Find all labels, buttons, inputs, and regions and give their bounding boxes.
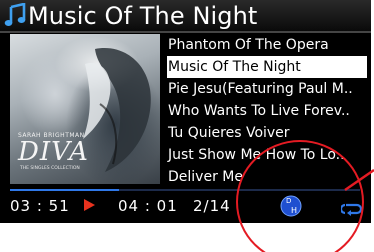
total-time: 04 : 01 xyxy=(118,197,178,215)
now-playing-title: Music Of The Night xyxy=(28,2,258,30)
track-item[interactable]: Tu Quieres Voiver xyxy=(167,122,367,144)
repeat-icon[interactable] xyxy=(341,201,363,217)
progress-bar[interactable] xyxy=(10,189,360,191)
header-divider xyxy=(0,31,371,33)
album-art: SARAH BRIGHTMAN DIVA THE SINGLES COLLECT… xyxy=(10,34,160,184)
track-item[interactable]: Phantom Of The Opera xyxy=(167,34,367,56)
music-note-icon xyxy=(4,3,26,26)
album-subtitle-text: THE SINGLES COLLECTION xyxy=(20,166,80,171)
track-item[interactable]: Pie Jesu(Featuring Paul M.. xyxy=(167,78,367,100)
screenshot: Music Of The Night SARAH BRIGHTMAN DIVA … xyxy=(0,0,374,252)
track-item[interactable]: Just Show Me How To Lo.. xyxy=(167,144,367,166)
track-counter: 2/14 xyxy=(193,197,231,215)
status-bar: 03 : 51 04 : 01 2/14 D H xyxy=(0,192,371,223)
dh-icon[interactable]: D H xyxy=(279,193,303,217)
track-list: Phantom Of The Opera Music Of The Night … xyxy=(167,34,367,189)
track-item[interactable]: Deliver Me xyxy=(167,166,367,188)
svg-text:H: H xyxy=(291,206,297,215)
elapsed-time: 03 : 51 xyxy=(10,197,70,215)
svg-text:D: D xyxy=(286,197,291,205)
progress-fill xyxy=(10,189,119,191)
now-playing-header: Music Of The Night xyxy=(0,0,371,32)
player-screen: Music Of The Night SARAH BRIGHTMAN DIVA … xyxy=(0,0,371,223)
track-item[interactable]: Who Wants To Live Forev.. xyxy=(167,100,367,122)
track-item[interactable]: Music Of The Night xyxy=(167,56,367,78)
album-title-text: DIVA xyxy=(18,137,89,167)
play-icon[interactable] xyxy=(84,199,95,211)
